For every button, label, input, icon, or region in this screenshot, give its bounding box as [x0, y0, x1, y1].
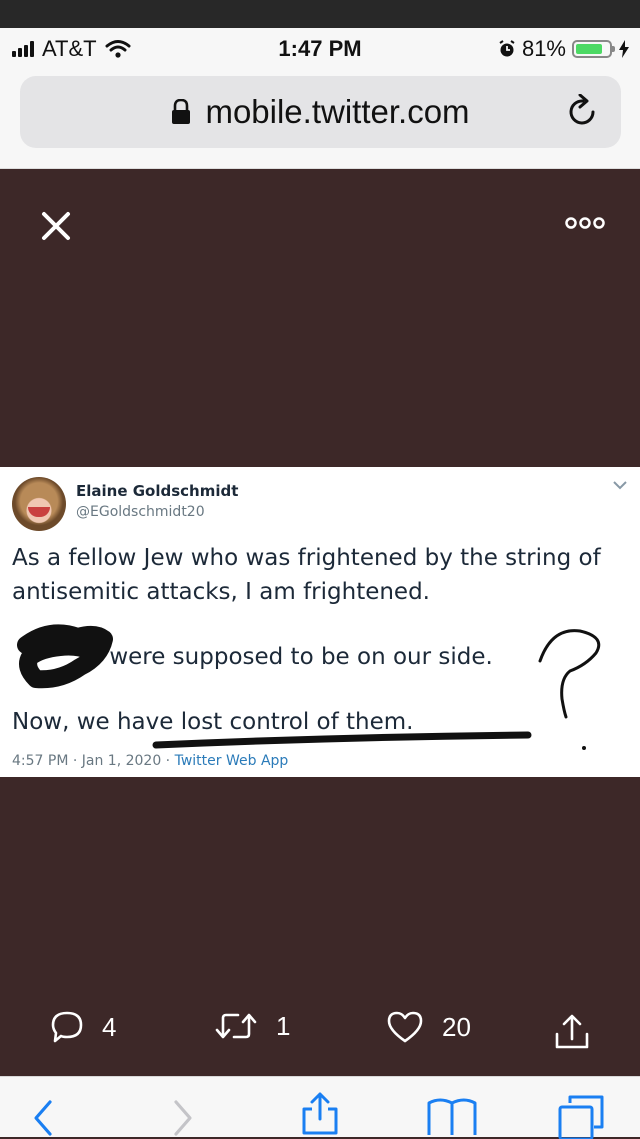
retweet-count: 1	[276, 1010, 291, 1041]
reply-icon	[51, 1011, 83, 1043]
tweet-text: As a fellow Jew who was frightened by th…	[12, 541, 612, 739]
tweet-paragraph-2: were supposed to be on our side.	[12, 640, 612, 674]
address-bar[interactable]: mobile.twitter.com	[20, 76, 621, 148]
more-icon[interactable]	[560, 208, 610, 238]
reply-count: 4	[102, 1011, 117, 1042]
url-text: mobile.twitter.com	[205, 93, 470, 130]
close-icon[interactable]	[36, 206, 76, 246]
status-bar: AT&T 1:47 PM 81%	[0, 28, 640, 68]
author-name: Elaine Goldschmidt	[76, 482, 239, 500]
retweet-icon	[215, 1013, 257, 1039]
battery-icon	[572, 40, 615, 58]
browser-toolbar	[0, 1076, 640, 1139]
battery-percent: 81%	[521, 36, 566, 61]
tweet-timestamp: 4:57 PM · Jan 1, 2020 ·	[12, 753, 175, 769]
author-handle: @EGoldschmidt20	[76, 504, 205, 520]
back-icon[interactable]	[32, 1099, 54, 1137]
tweet-paragraph-1: As a fellow Jew who was frightened by th…	[12, 545, 601, 605]
media-viewer-header	[0, 168, 640, 468]
bookmarks-icon[interactable]	[426, 1095, 478, 1135]
browser-address-area: mobile.twitter.com	[0, 68, 640, 169]
tweet-paragraph-2-text: were supposed to be on our side.	[109, 644, 493, 670]
chevron-down-icon[interactable]	[612, 479, 628, 491]
reply-button[interactable]: 4	[50, 1010, 116, 1044]
tweet-paragraph-3: Now, we have lost control of them.	[12, 709, 414, 735]
avatar	[12, 477, 66, 531]
question-mark-dot	[582, 746, 586, 750]
alarm-icon	[499, 40, 515, 57]
tabs-icon[interactable]	[556, 1093, 606, 1139]
tweet-actions: 4 1 20	[0, 1010, 640, 1056]
share-icon[interactable]	[552, 1012, 592, 1052]
censored-word	[12, 644, 102, 670]
tweet-screenshot: Elaine Goldschmidt @EGoldschmidt20 As a …	[0, 467, 640, 777]
like-count: 20	[442, 1011, 471, 1042]
top-black-bar	[0, 0, 640, 28]
forward-icon[interactable]	[172, 1099, 194, 1137]
like-button[interactable]: 20	[386, 1010, 471, 1044]
reload-icon[interactable]	[567, 94, 599, 130]
tweet-meta: 4:57 PM · Jan 1, 2020 · Twitter Web App	[12, 753, 288, 769]
lock-icon	[172, 99, 191, 124]
charging-icon	[619, 40, 629, 58]
tweet-source-link[interactable]: Twitter Web App	[175, 753, 289, 769]
status-right: 81%	[498, 36, 630, 62]
safari-share-icon[interactable]	[300, 1091, 340, 1135]
like-icon	[387, 1011, 423, 1043]
retweet-button[interactable]: 1	[214, 1010, 290, 1042]
